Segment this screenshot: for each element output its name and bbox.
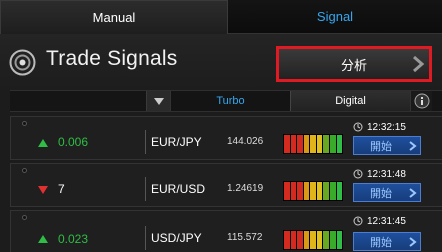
- signal-row: 0.006 EUR/JPY 144.026 12:32:15 開始: [10, 116, 442, 160]
- start-button[interactable]: 開始: [353, 232, 421, 251]
- column-header: Turbo Digital: [10, 90, 442, 112]
- separator: [145, 130, 146, 154]
- time-label: 12:31:45: [367, 215, 406, 227]
- chevron-right-icon: [409, 237, 417, 247]
- arrow-up-icon: [38, 235, 48, 243]
- start-button-label: 開始: [370, 236, 392, 249]
- price: 1.24619: [227, 183, 264, 194]
- triangle-down-icon: [153, 97, 164, 105]
- strength-meter: [283, 134, 343, 154]
- price: 115.572: [227, 232, 263, 243]
- tab-signal[interactable]: Signal: [228, 0, 442, 34]
- signal-value: 0.006: [58, 135, 89, 149]
- time-label: 12:31:48: [367, 168, 406, 180]
- signal-time: 12:31:48: [353, 167, 441, 181]
- top-tab-bar: Manual Signal: [0, 0, 442, 34]
- info-icon: [414, 93, 429, 109]
- chevron-right-icon: [413, 55, 425, 73]
- clock-icon: [353, 216, 363, 226]
- analyze-button[interactable]: 分析: [276, 46, 432, 82]
- arrow-up-icon: [38, 139, 48, 147]
- target-logo-icon: [9, 49, 36, 76]
- arrow-down-icon: [38, 186, 48, 194]
- page-title: Trade Signals: [46, 47, 178, 70]
- start-button[interactable]: 開始: [353, 183, 421, 202]
- start-button[interactable]: 開始: [353, 136, 421, 155]
- price: 144.026: [227, 136, 264, 147]
- status-dot: [22, 215, 27, 220]
- signal-time: 12:31:45: [353, 214, 441, 228]
- currency-pair: USD/JPY: [151, 231, 202, 245]
- signal-row: 0.023 USD/JPY 115.572 12:31:45 開始: [10, 210, 442, 252]
- time-label: 12:32:15: [367, 121, 406, 133]
- strength-meter: [283, 181, 343, 201]
- strength-meter: [283, 230, 343, 250]
- signal-value: 0.023: [58, 232, 89, 246]
- clock-icon: [353, 169, 363, 179]
- separator: [145, 177, 146, 201]
- tab-manual[interactable]: Manual: [0, 0, 228, 34]
- currency-pair: EUR/USD: [151, 182, 206, 196]
- column-spacer: [10, 91, 146, 111]
- tab-digital[interactable]: Digital: [290, 91, 410, 111]
- status-dot: [22, 121, 27, 126]
- chevron-right-icon: [409, 188, 417, 198]
- tab-turbo[interactable]: Turbo: [170, 91, 290, 111]
- start-button-label: 開始: [370, 140, 392, 153]
- separator: [145, 226, 146, 250]
- header: Trade Signals 分析: [0, 34, 442, 90]
- start-button-label: 開始: [370, 187, 392, 200]
- currency-pair: EUR/JPY: [151, 135, 202, 149]
- signal-time: 12:32:15: [353, 120, 441, 134]
- filter-dropdown[interactable]: [146, 91, 170, 111]
- signal-row: 7 EUR/USD 1.24619 12:31:48 開始: [10, 163, 442, 207]
- status-dot: [22, 168, 27, 173]
- chevron-right-icon: [409, 141, 417, 151]
- clock-icon: [353, 122, 363, 132]
- signal-value: 7: [58, 182, 65, 196]
- info-button[interactable]: [410, 91, 432, 111]
- analyze-button-label: 分析: [340, 57, 367, 73]
